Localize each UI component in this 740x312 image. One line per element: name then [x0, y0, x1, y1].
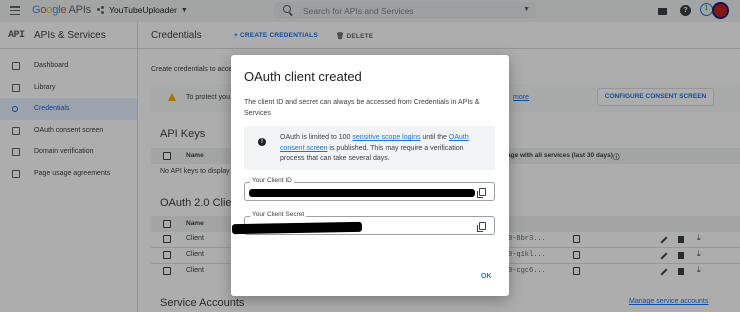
ok-button[interactable]: OK — [481, 273, 492, 280]
info-icon: ! — [258, 138, 266, 146]
client-secret-label: Your Client Secret — [250, 211, 307, 218]
sensitive-scope-link[interactable]: sensitive scope logins — [352, 134, 420, 141]
copy-icon[interactable] — [477, 188, 486, 198]
client-id-field[interactable]: Your Client ID — [244, 177, 495, 201]
oauth-created-dialog: OAuth client created The client ID and s… — [231, 55, 509, 296]
dialog-title: OAuth client created — [244, 69, 362, 84]
info-banner: ! OAuth is limited to 100 sensitive scop… — [244, 126, 495, 170]
info-text: OAuth is limited to 100 sensitive scope … — [280, 134, 469, 162]
dialog-description: The client ID and secret can always be a… — [244, 99, 480, 117]
client-id-label: Your Client ID — [250, 177, 294, 184]
client-secret-field[interactable]: Your Client Secret — [231, 211, 495, 235]
redaction-mark — [249, 189, 475, 197]
copy-icon[interactable] — [477, 222, 486, 232]
redaction-mark — [231, 221, 363, 235]
